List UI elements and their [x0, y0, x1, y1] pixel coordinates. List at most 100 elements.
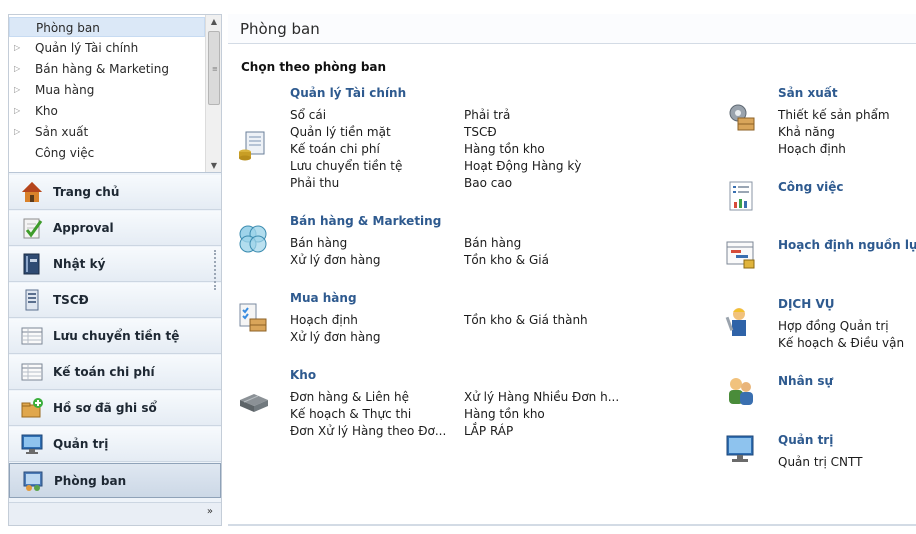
- link-receivables[interactable]: Phải thu: [290, 175, 339, 192]
- group-purchase: Mua hàng Hoạch định Xử lý đơn hàng Tồn k…: [236, 291, 616, 351]
- page-title: Phòng ban: [240, 20, 320, 38]
- link-it-administration[interactable]: Quản trị CNTT: [778, 454, 862, 471]
- group-title-warehouse[interactable]: Kho: [290, 368, 316, 382]
- group-title-production[interactable]: Sản xuất: [778, 86, 838, 100]
- link-reports[interactable]: Bao cao: [464, 175, 512, 192]
- purchase-icon: [239, 303, 267, 332]
- tree-expander-icon[interactable]: ▷: [14, 80, 24, 100]
- group-title-sales[interactable]: Bán hàng & Marketing: [290, 214, 441, 228]
- link-warehouse-inventory[interactable]: Hàng tồn kho: [464, 406, 545, 423]
- nav-button-departments[interactable]: Phòng ban: [9, 463, 221, 498]
- link-dispatch-planning[interactable]: Kế hoạch & Điều vận: [778, 335, 904, 352]
- tree-expander-icon[interactable]: ▷: [14, 101, 24, 121]
- tree-item-warehouse[interactable]: ▷ Kho: [9, 101, 205, 121]
- link-capacity[interactable]: Khả năng: [778, 124, 835, 141]
- more-buttons-icon[interactable]: »: [207, 506, 213, 517]
- link-production-planning[interactable]: Hoạch định: [778, 141, 846, 158]
- tree-scrollbar[interactable]: ▲ ≡ ▼: [205, 15, 221, 172]
- group-title-services[interactable]: DỊCH VỤ: [778, 297, 834, 311]
- scrollbar-thumb[interactable]: ≡: [208, 31, 220, 105]
- warehouse-icon: [240, 394, 268, 412]
- tree-item-production[interactable]: ▷ Sản xuất: [9, 122, 205, 142]
- link-cash-flow[interactable]: Lưu chuyển tiền tệ: [290, 158, 402, 175]
- nav-button-label: Kế toán chi phí: [53, 365, 155, 379]
- group-title-jobs[interactable]: Công việc: [778, 180, 844, 194]
- tree-item-purchase[interactable]: ▷ Mua hàng: [9, 80, 205, 100]
- tree-item-label: Công việc: [35, 146, 95, 160]
- link-multi-order-processing[interactable]: Xử lý Hàng Nhiều Đơn h...: [464, 389, 619, 406]
- nav-button-label: Hồ sơ đã ghi sổ: [53, 401, 157, 415]
- tree-expander-icon[interactable]: ▷: [14, 59, 24, 79]
- nav-button-label: TSCĐ: [53, 293, 89, 307]
- link-payables[interactable]: Phải trả: [464, 107, 510, 124]
- group-title-admin[interactable]: Quản trị: [778, 433, 833, 447]
- group-warehouse: Kho Đơn hàng & Liên hệ Kế hoạch & Thực t…: [236, 368, 636, 448]
- tree-item-label: Quản lý Tài chính: [35, 41, 139, 55]
- link-inventory[interactable]: Hàng tồn kho: [464, 141, 545, 158]
- scroll-up-icon[interactable]: ▲: [206, 15, 221, 29]
- group-title-hr[interactable]: Nhân sự: [778, 374, 833, 388]
- nav-button-cash-flow[interactable]: Lưu chuyển tiền tệ: [9, 319, 221, 354]
- group-services: DỊCH VỤ Hợp đồng Quản trị Kế hoạch & Điề…: [724, 297, 914, 357]
- group-admin: Quản trị Quản trị CNTT: [724, 433, 914, 483]
- link-sales-2[interactable]: Bán hàng: [464, 235, 521, 252]
- nav-button-label: Trang chủ: [53, 185, 120, 199]
- nav-button-label: Quản trị: [53, 437, 109, 451]
- content-bottom-border: [228, 524, 916, 526]
- group-title-purchase[interactable]: Mua hàng: [290, 291, 357, 305]
- link-periodic-activities[interactable]: Hoạt Động Hàng kỳ: [464, 158, 581, 175]
- journal-icon: [23, 253, 40, 275]
- link-sales[interactable]: Bán hàng: [290, 235, 347, 252]
- application-window: Phòng ban ▷ Quản lý Tài chính ▷ Bán hàng…: [0, 0, 916, 534]
- link-product-design[interactable]: Thiết kế sản phẩm: [778, 107, 890, 124]
- group-title-resource-planning[interactable]: Hoạch định nguồn lực: [778, 238, 916, 252]
- group-hr: Nhân sự: [724, 374, 914, 410]
- link-contract-management[interactable]: Hợp đồng Quản trị: [778, 318, 889, 335]
- link-fixed-assets[interactable]: TSCĐ: [464, 124, 497, 141]
- tree-expander-icon[interactable]: ▷: [14, 122, 24, 142]
- link-planning-execution[interactable]: Kế hoạch & Thực thi: [290, 406, 411, 423]
- tree-item-finance[interactable]: ▷ Quản lý Tài chính: [9, 38, 205, 58]
- link-assembly[interactable]: LẮP RÁP: [464, 423, 513, 440]
- tree-item-jobs[interactable]: Công việc: [9, 143, 205, 163]
- tree-item-phong-ban[interactable]: Phòng ban: [9, 17, 205, 37]
- nav-button-approval[interactable]: Approval: [9, 211, 221, 246]
- link-order-processing-purchase[interactable]: Xử lý đơn hàng: [290, 329, 380, 346]
- link-cash-management[interactable]: Quản lý tiền mặt: [290, 124, 391, 141]
- nav-pane-footer: »: [9, 502, 221, 525]
- asset-icon: [25, 289, 39, 311]
- link-cost-accounting[interactable]: Kế toán chi phí: [290, 141, 380, 158]
- splitter-grip[interactable]: [214, 250, 218, 290]
- scroll-down-icon[interactable]: ▼: [206, 159, 221, 172]
- nav-button-label: Nhật ký: [53, 257, 106, 271]
- navigation-tree: Phòng ban ▷ Quản lý Tài chính ▷ Bán hàng…: [9, 15, 221, 173]
- group-sales: Bán hàng & Marketing Bán hàng Xử lý đơn …: [236, 214, 616, 274]
- link-inventory-price[interactable]: Tồn kho & Giá: [464, 252, 549, 269]
- nav-button-home[interactable]: Trang chủ: [9, 175, 221, 210]
- group-finance: Quản lý Tài chính Sổ cái Quản lý tiền mặ…: [236, 86, 616, 206]
- tree-item-label: Sản xuất: [35, 125, 89, 139]
- group-title-finance[interactable]: Quản lý Tài chính: [290, 86, 406, 100]
- admin-icon: [21, 434, 43, 454]
- production-icon: [729, 104, 755, 131]
- tree-item-sales[interactable]: ▷ Bán hàng & Marketing: [9, 59, 205, 79]
- sales-marketing-icon: [239, 225, 267, 253]
- main-content: Phòng ban Chọn theo phòng ban Quản lý Tà…: [228, 14, 916, 526]
- link-general-ledger[interactable]: Sổ cái: [290, 107, 326, 124]
- link-order-goods-processing[interactable]: Đơn Xử lý Hàng theo Đơ...: [290, 423, 446, 440]
- services-icon: [725, 308, 746, 336]
- finance-icon: [239, 131, 265, 161]
- nav-button-posted-records[interactable]: Hồ sơ đã ghi sổ: [9, 391, 221, 426]
- resource-planning-icon: [726, 241, 755, 269]
- nav-button-label: Phòng ban: [54, 474, 127, 488]
- link-planning[interactable]: Hoạch định: [290, 312, 358, 329]
- nav-button-journal[interactable]: Nhật ký: [9, 247, 221, 282]
- link-order-processing[interactable]: Xử lý đơn hàng: [290, 252, 380, 269]
- link-orders-contacts[interactable]: Đơn hàng & Liên hệ: [290, 389, 409, 406]
- nav-button-assets[interactable]: TSCĐ: [9, 283, 221, 318]
- tree-expander-icon[interactable]: ▷: [14, 38, 24, 58]
- nav-button-cost-accounting[interactable]: Kế toán chi phí: [9, 355, 221, 390]
- link-inventory-cost[interactable]: Tồn kho & Giá thành: [464, 312, 588, 329]
- nav-button-label: Lưu chuyển tiền tệ: [53, 329, 180, 343]
- nav-button-admin[interactable]: Quản trị: [9, 427, 221, 462]
